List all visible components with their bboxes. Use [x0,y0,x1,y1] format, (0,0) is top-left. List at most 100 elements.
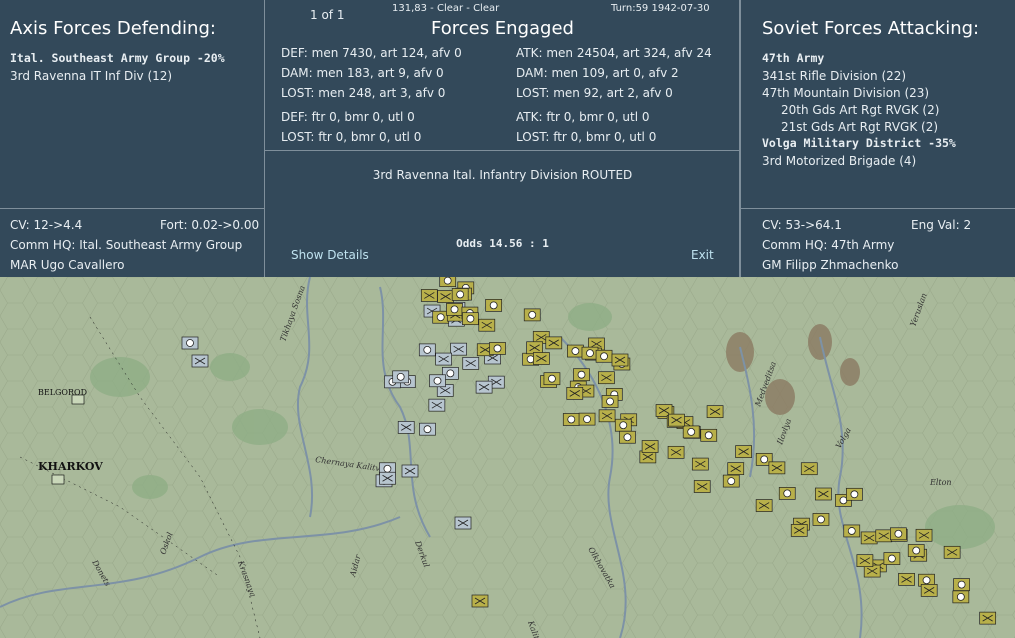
unit-counter[interactable] [446,303,463,316]
defender-cv: CV: 12->4.4 [10,218,83,232]
unit-counter[interactable] [768,461,786,475]
unit-counter[interactable] [943,545,961,559]
attacker-unit[interactable]: 47th Mountain Division (23) [762,86,929,100]
unit-counter[interactable] [790,524,808,537]
unit-counter[interactable] [429,374,446,388]
strategic-map[interactable]: BELGOROD KHARKOV Tikhaya Sosna Chernaya … [0,277,1015,638]
unit-counter[interactable] [619,430,636,444]
unit-counter[interactable] [907,544,925,557]
unit-counter[interactable] [485,299,503,312]
unit-counter[interactable] [814,487,832,501]
attacker-unit[interactable]: 21st Gds Art Rgt RVGK (2) [781,120,938,134]
unit-counter[interactable] [545,336,563,350]
unit-counter[interactable] [578,412,596,426]
unit-counter[interactable] [979,611,997,625]
page-indicator: 1 of 1 [310,8,345,22]
unit-counter[interactable] [611,353,629,367]
attacker-unit[interactable]: 341st Rifle Division (22) [762,69,906,83]
attacker-unit[interactable]: 3rd Motorized Brigade (4) [762,154,916,168]
unit-counter[interactable] [920,584,938,597]
unit-counter[interactable] [397,421,415,434]
unit-counter[interactable] [181,336,199,350]
unit-counter[interactable] [567,344,584,358]
def-air-stat: LOST: ftr 0, bmr 0, utl 0 [281,130,422,144]
unit-counter[interactable] [668,413,685,427]
unit-counter[interactable] [700,428,718,442]
unit-counter[interactable] [523,308,541,322]
defender-unit[interactable]: 3rd Ravenna IT Inf Div (12) [10,69,172,83]
unit-counter[interactable] [601,395,619,408]
def-stat: DAM: men 183, art 9, afv 0 [281,66,444,80]
def-air-stat: DEF: ftr 0, bmr 0, utl 0 [281,110,415,124]
unit-counter[interactable] [418,343,436,357]
unit-counter[interactable] [566,387,584,400]
unit-counter[interactable] [450,342,467,356]
unit-counter[interactable] [428,398,446,412]
unit-counter[interactable] [915,528,933,542]
combat-result: 3rd Ravenna Ital. Infantry Division ROUT… [372,168,633,182]
unit-counter[interactable] [614,418,632,432]
unit-counter[interactable] [435,352,452,366]
unit-counter[interactable] [860,531,878,545]
unit-counter[interactable] [755,499,773,512]
attacker-unit[interactable]: Volga Military District -35% [762,136,956,150]
unit-counter[interactable] [462,312,479,326]
combat-results-panel: 1 of 1 131,83 - Clear - Clear Turn:59 19… [265,0,740,277]
unit-counter[interactable] [543,372,561,386]
unit-counter[interactable] [953,578,970,591]
unit-counter[interactable] [856,554,874,568]
unit-counter[interactable] [419,422,436,436]
defender-comm-hq: Comm HQ: Ital. Southeast Army Group [10,238,243,252]
unit-counter[interactable] [641,440,659,453]
unit-counter[interactable] [691,457,709,471]
unit-counter[interactable] [952,590,970,604]
unit-counter[interactable] [581,346,599,360]
unit-counter[interactable] [191,354,209,368]
unit-counter[interactable] [451,288,469,301]
unit-counter[interactable] [800,462,818,476]
unit-counter[interactable] [735,445,752,458]
unit-counter[interactable] [562,413,580,426]
unit-counter[interactable] [883,552,901,565]
exit-button[interactable]: Exit [691,248,714,262]
unit-counter[interactable] [778,487,796,500]
unit-counter[interactable] [875,529,893,543]
unit-counter[interactable] [437,290,454,303]
unit-counter[interactable] [727,462,745,475]
unit-counter[interactable] [471,594,489,608]
unit-counter[interactable] [478,318,496,332]
unit-counter[interactable] [595,349,613,363]
unit-counter[interactable] [475,380,493,394]
unit-counter[interactable] [898,573,915,586]
unit-counter[interactable] [667,445,685,459]
attacker-comm-hq: Comm HQ: 47th Army [762,238,895,252]
show-details-button[interactable]: Show Details [291,248,369,262]
unit-counter[interactable] [573,368,590,382]
defender-unit[interactable]: Ital. Southeast Army Group -20% [10,51,225,65]
unit-counter[interactable] [706,405,724,418]
unit-counter[interactable] [533,352,550,365]
unit-counter[interactable] [401,464,419,478]
attacker-unit[interactable]: 20th Gds Art Rgt RVGK (2) [781,103,939,117]
unit-counter[interactable] [812,513,830,526]
atk-stat: LOST: men 92, art 2, afv 0 [516,86,673,100]
unit-counter[interactable] [598,409,616,423]
hex-weather: 131,83 - Clear - Clear [392,3,500,14]
unit-counter[interactable] [379,471,396,485]
unit-counter[interactable] [890,527,907,541]
unit-counter[interactable] [439,277,457,287]
unit-counter[interactable] [598,371,615,385]
attacker-unit[interactable]: 47th Army [762,51,824,65]
unit-counter[interactable] [682,425,700,439]
unit-counter[interactable] [454,516,472,530]
unit-counter[interactable] [526,341,543,355]
unit-counter[interactable] [420,289,438,302]
unit-counter[interactable] [462,356,480,370]
unit-counter[interactable] [843,524,861,538]
atk-stat: DAM: men 109, art 0, afv 2 [516,66,679,80]
unit-counter[interactable] [722,474,740,488]
unit-counter[interactable] [846,487,863,501]
unit-counter[interactable] [489,342,506,355]
unit-counter[interactable] [392,370,410,384]
unit-counter[interactable] [693,480,711,493]
